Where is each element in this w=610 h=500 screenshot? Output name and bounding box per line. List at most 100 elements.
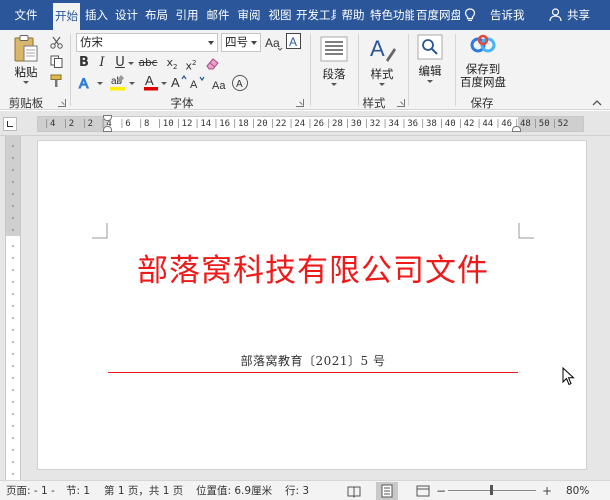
cut-button[interactable] <box>50 36 64 50</box>
svg-text:A: A <box>79 75 89 91</box>
format-painter-button[interactable] <box>50 74 64 88</box>
tab-mailings[interactable]: 邮件 <box>203 0 233 30</box>
font-color-dropdown-icon[interactable] <box>161 82 167 85</box>
paste-button[interactable] <box>12 34 42 66</box>
superscript-button[interactable]: x2 <box>184 54 198 73</box>
strikethrough-button[interactable]: abc <box>137 54 159 72</box>
ruler-tick-label: 6 <box>125 119 131 129</box>
bold-button[interactable]: B <box>78 54 90 72</box>
clipboard-launcher-icon[interactable] <box>58 99 66 107</box>
status-position[interactable]: 位置值: 6.9厘米 <box>196 481 272 500</box>
enclose-characters-button[interactable]: A <box>231 74 249 92</box>
editing-dropdown-icon[interactable] <box>427 80 433 83</box>
ruler-tick-label: 12 <box>181 119 193 129</box>
enclosed-character-icon: A <box>232 75 248 91</box>
document-title[interactable]: 部落窝科技有限公司文件 <box>38 245 588 290</box>
tab-view[interactable]: 视图 <box>265 0 295 30</box>
paste-dropdown-icon[interactable] <box>23 81 29 84</box>
status-page-count[interactable]: 第 1 页，共 1 页 <box>104 481 183 500</box>
tab-insert[interactable]: 插入 <box>82 0 111 30</box>
ruler-tick-label: 34 <box>388 119 400 129</box>
copy-icon <box>50 55 63 68</box>
font-color-button[interactable]: A <box>143 73 159 91</box>
underline-button[interactable]: U <box>114 54 126 72</box>
tab-references[interactable]: 引用 <box>172 0 202 30</box>
tab-baidu-netdisk[interactable]: 百度网盘 <box>416 0 460 30</box>
paragraph-button[interactable] <box>320 36 350 66</box>
paragraph-dropdown-icon[interactable] <box>331 83 337 86</box>
person-icon <box>549 8 562 22</box>
document-number[interactable]: 部落窝教育〔2021〕5 号 <box>38 352 588 369</box>
copy-button[interactable] <box>50 55 64 69</box>
styles-button[interactable]: A <box>368 34 396 64</box>
tab-review[interactable]: 审阅 <box>234 0 264 30</box>
vertical-ruler[interactable] <box>5 136 21 480</box>
styles-launcher-icon[interactable] <box>397 99 405 107</box>
shrink-font-button[interactable]: A <box>190 75 206 91</box>
collapse-ribbon-icon[interactable] <box>592 98 602 108</box>
read-mode-icon[interactable] <box>347 484 361 498</box>
text-effects-icon: A <box>78 74 89 91</box>
svg-text:A: A <box>171 75 180 90</box>
phonetic-guide-button[interactable]: Aa <box>211 75 227 92</box>
tab-help[interactable]: 帮助 <box>338 0 368 30</box>
zoom-out-button[interactable]: − <box>436 485 446 497</box>
zoom-in-button[interactable]: + <box>542 485 552 497</box>
change-case-button[interactable]: Aa <box>265 34 283 51</box>
font-name-combo[interactable]: 仿宋 <box>76 33 218 52</box>
ribbon-separator <box>455 34 456 106</box>
tab-file[interactable]: 文件 <box>6 0 46 30</box>
tab-design[interactable]: 设计 <box>112 0 141 30</box>
ribbon-home: 粘贴 剪贴板 仿宋 四号 Aa A B I U abc x2 x2 A ab A… <box>0 30 610 110</box>
font-size-combo[interactable]: 四号 <box>221 33 261 52</box>
underline-dropdown-icon[interactable] <box>128 62 134 65</box>
ruler-tick-label: 4 <box>50 119 56 129</box>
scissors-icon <box>50 36 63 49</box>
subscript-button[interactable]: x2 <box>165 54 179 72</box>
ruler-tick-mark: | <box>307 119 313 129</box>
grow-font-button[interactable]: A <box>171 74 187 90</box>
right-indent-marker[interactable] <box>512 126 521 132</box>
horizontal-ruler[interactable]: 4 | 2 | 2 | 4 | 6 | 8 | 10 | 12 | 14 | 16 | 18 | 20 | 22 | 24 | 26 | 2… <box>37 116 584 132</box>
print-layout-button[interactable] <box>376 482 398 500</box>
tab-featured[interactable]: 特色功能 <box>370 0 414 30</box>
styles-dropdown-icon[interactable] <box>379 83 385 86</box>
ruler-tick-label: 50 <box>538 119 550 129</box>
tab-selector-icon[interactable] <box>3 117 17 131</box>
svg-text:Aa: Aa <box>265 36 280 50</box>
paragraph-label: 段落 <box>322 67 346 81</box>
web-layout-icon[interactable] <box>416 484 430 498</box>
tab-developer[interactable]: 开发工具 <box>296 0 336 30</box>
crop-mark-top-left <box>92 223 108 239</box>
ruler-tick-label: 44 <box>482 119 494 129</box>
text-effects-dropdown-icon[interactable] <box>97 82 103 85</box>
font-launcher-icon[interactable] <box>296 99 304 107</box>
highlight-button[interactable]: ab <box>109 73 127 91</box>
share-button[interactable]: 共享 <box>549 0 590 30</box>
status-section[interactable]: 节: 1 <box>66 481 90 500</box>
zoom-slider-thumb[interactable] <box>490 485 493 495</box>
document-page[interactable]: 部落窝科技有限公司文件 部落窝教育〔2021〕5 号 <box>37 140 587 470</box>
ruler-tick-label: 10 <box>162 119 174 129</box>
status-page-field[interactable]: 页面: - 1 - <box>6 481 55 500</box>
save-to-netdisk-button[interactable] <box>469 34 497 58</box>
status-line[interactable]: 行: 3 <box>285 481 309 500</box>
ruler-tick-mark: | <box>194 119 200 129</box>
baidu-netdisk-icon <box>470 34 496 53</box>
zoom-level[interactable]: 80% <box>566 481 589 500</box>
clear-formatting-button[interactable] <box>205 55 221 71</box>
character-border-button[interactable]: A <box>286 33 302 50</box>
tab-layout[interactable]: 布局 <box>142 0 171 30</box>
highlight-dropdown-icon[interactable] <box>129 82 135 85</box>
shrink-font-icon: A <box>190 76 205 91</box>
ruler-tick-label: 24 <box>294 119 306 129</box>
ruler-tick-mark: | <box>532 119 539 129</box>
text-effects-button[interactable]: A <box>78 74 94 92</box>
chevron-down-icon <box>251 41 257 45</box>
hanging-indent-marker[interactable] <box>103 126 112 132</box>
tab-home[interactable]: 开始 <box>53 3 80 30</box>
magnifier-icon <box>417 34 443 60</box>
editing-button[interactable] <box>417 34 443 60</box>
tell-me-box[interactable]: 告诉我 <box>464 0 525 30</box>
italic-button[interactable]: I <box>96 54 108 72</box>
